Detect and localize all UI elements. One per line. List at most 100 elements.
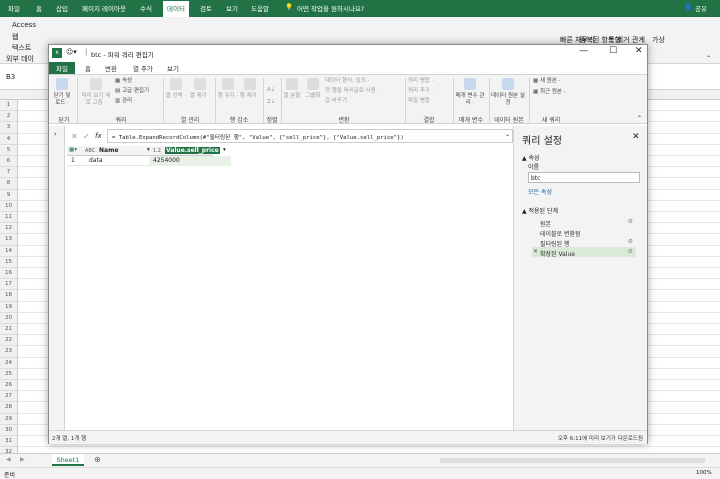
row-header[interactable]: 9 — [0, 189, 18, 201]
step-source[interactable]: 원본 ⚙ — [532, 217, 636, 228]
row-header[interactable]: 25 — [0, 368, 18, 380]
ribbon-collapse-icon[interactable]: ⌃ — [637, 115, 642, 122]
row-header[interactable]: 28 — [0, 402, 18, 414]
first-row-header-button[interactable]: 첫 행을 머리글로 사용 · — [325, 88, 379, 95]
remove-rows-button[interactable]: 행 제거 · — [239, 78, 261, 100]
tab-help[interactable]: 도움말 — [251, 3, 269, 13]
maximize-icon[interactable]: ☐ — [609, 46, 617, 56]
row-header[interactable]: 26 — [0, 380, 18, 392]
row-header[interactable]: 14 — [0, 245, 18, 257]
row-header[interactable]: 23 — [0, 346, 18, 358]
row-header[interactable]: 18 — [0, 290, 18, 302]
row-header[interactable]: 2 — [0, 111, 18, 123]
col-header-value[interactable]: Value.sell_price — [165, 147, 220, 154]
sort-asc-icon[interactable]: A↓ — [267, 87, 275, 94]
row-header[interactable]: 21 — [0, 324, 18, 336]
tell-me-search[interactable]: 어떤 작업을 원하시나요? — [297, 3, 364, 13]
row-header[interactable]: 1 — [0, 100, 18, 112]
zoom-level[interactable]: 100% — [696, 470, 712, 476]
sort-desc-icon[interactable]: Z↓ — [267, 99, 275, 106]
cell-value[interactable]: 4254000 — [153, 157, 180, 164]
split-column-button[interactable]: 열 분할 · — [283, 78, 301, 107]
row-header[interactable]: 6 — [0, 156, 18, 168]
collapse-ribbon-icon[interactable]: ⌃ — [706, 55, 711, 62]
confirm-formula-icon[interactable]: ✓ — [83, 132, 90, 141]
row-header[interactable]: 19 — [0, 301, 18, 313]
step-converted-to-table[interactable]: 테이블로 변환됨 — [532, 227, 636, 238]
pq-tab-file[interactable]: 파일 — [49, 62, 75, 74]
row-header[interactable]: 10 — [0, 200, 18, 212]
properties-button[interactable]: ▦ 속성 — [115, 78, 132, 85]
remove-columns-button[interactable]: 열 제거 · — [189, 78, 211, 100]
row-header[interactable]: 3 — [0, 122, 18, 134]
keep-rows-button[interactable]: 행 유지 · — [217, 78, 239, 100]
pq-tab-home[interactable]: 홈 — [85, 63, 91, 73]
pq-tab-view[interactable]: 보기 — [167, 63, 179, 73]
row-header[interactable]: 29 — [0, 413, 18, 425]
horizontal-scrollbar[interactable] — [440, 458, 705, 463]
group-by-button[interactable]: 그룹화 — [303, 78, 323, 100]
row-header[interactable]: 8 — [0, 178, 18, 190]
row-header[interactable]: 15 — [0, 256, 18, 268]
col-filter-value-icon[interactable]: ▾ — [223, 147, 226, 153]
tab-review[interactable]: 검토 — [200, 3, 212, 13]
row-header[interactable]: 24 — [0, 357, 18, 369]
manage-parameters-button[interactable]: 매개 변수 관리 · — [455, 78, 485, 107]
smiley-feedback-icon[interactable]: ☺▾ — [66, 48, 77, 56]
manage-button[interactable]: ▥ 관리 · — [115, 98, 136, 105]
pq-tab-add-column[interactable]: 열 추가 — [133, 63, 153, 73]
all-properties-link[interactable]: 모든 속성 — [528, 187, 552, 196]
minimize-icon[interactable]: — — [579, 46, 588, 56]
tab-formulas[interactable]: 수식 — [140, 3, 152, 13]
col-type-value[interactable]: 1.2 — [153, 148, 161, 154]
col-filter-name-icon[interactable]: ▾ — [147, 147, 150, 153]
combine-files-button[interactable]: 파일 병합 — [408, 98, 430, 105]
queries-pane-collapsed[interactable]: › — [49, 126, 65, 430]
delete-step-icon[interactable]: ✕ — [533, 248, 538, 255]
new-source-button[interactable]: ▦ 새 원본 · — [533, 78, 560, 85]
tab-data[interactable]: 데이터 — [163, 1, 189, 17]
row-header[interactable]: 13 — [0, 234, 18, 246]
prev-sheet-icon[interactable]: ◀ — [6, 456, 11, 463]
pq-tab-transform[interactable]: 변환 — [105, 63, 117, 73]
cell-name[interactable]: data — [89, 157, 103, 164]
choose-columns-button[interactable]: 열 선택 · — [165, 78, 187, 100]
row-header[interactable]: 20 — [0, 312, 18, 324]
sheet-tab-sheet1[interactable]: Sheet1 — [52, 454, 84, 466]
tab-view[interactable]: 보기 — [226, 3, 238, 13]
col-header-name[interactable]: Name — [99, 147, 118, 154]
query-name-input[interactable]: btc — [528, 172, 640, 183]
row-header[interactable]: 17 — [0, 279, 18, 291]
row-header[interactable]: 5 — [0, 144, 18, 156]
table-menu-icon[interactable]: ▦▾ — [69, 147, 77, 153]
advanced-editor-button[interactable]: ▤ 고급 편집기 — [115, 88, 149, 95]
tab-home[interactable]: 홈 — [36, 3, 42, 13]
formula-bar[interactable]: = Table.ExpandRecordColumn(#"필터링된 행", "V… — [107, 129, 513, 143]
expand-queries-icon[interactable]: › — [54, 130, 57, 138]
close-icon[interactable]: ✕ — [635, 46, 643, 56]
data-type-button[interactable]: 데이터 형식: 임의 · — [325, 78, 369, 85]
row-header[interactable]: 31 — [0, 436, 18, 448]
recent-sources-button[interactable]: ▦ 최근 원본 · — [533, 89, 565, 96]
gear-icon[interactable]: ⚙ — [628, 238, 633, 245]
next-sheet-icon[interactable]: ▶ — [20, 456, 25, 463]
merge-queries-button[interactable]: 쿼리 병합 · — [408, 78, 434, 85]
settings-close-icon[interactable]: ✕ — [632, 132, 640, 142]
append-queries-button[interactable]: 쿼리 추가 · — [408, 88, 434, 95]
properties-header[interactable]: ▲ 속성 — [522, 153, 540, 162]
step-filtered-rows[interactable]: 필터링된 행 ⚙ — [532, 237, 636, 248]
row-header[interactable]: 16 — [0, 268, 18, 280]
ribbon-web[interactable]: 웹 — [12, 32, 18, 42]
cancel-formula-icon[interactable]: ✕ — [71, 132, 78, 141]
row-header[interactable]: 11 — [0, 212, 18, 224]
gear-icon[interactable]: ⚙ — [628, 218, 633, 225]
gear-icon[interactable]: ⚙ — [628, 248, 633, 255]
row-header[interactable]: 12 — [0, 223, 18, 235]
row-header[interactable]: 4 — [0, 133, 18, 145]
row-header[interactable]: 27 — [0, 391, 18, 403]
name-box[interactable]: B3 — [6, 73, 15, 81]
data-source-settings-button[interactable]: 데이터 원본 설정 — [491, 78, 525, 107]
replace-values-button[interactable]: 값 바꾸기 — [325, 98, 347, 105]
applied-steps-header[interactable]: ▲ 적용된 단계 — [522, 206, 558, 215]
ribbon-access[interactable]: Access — [12, 21, 36, 29]
